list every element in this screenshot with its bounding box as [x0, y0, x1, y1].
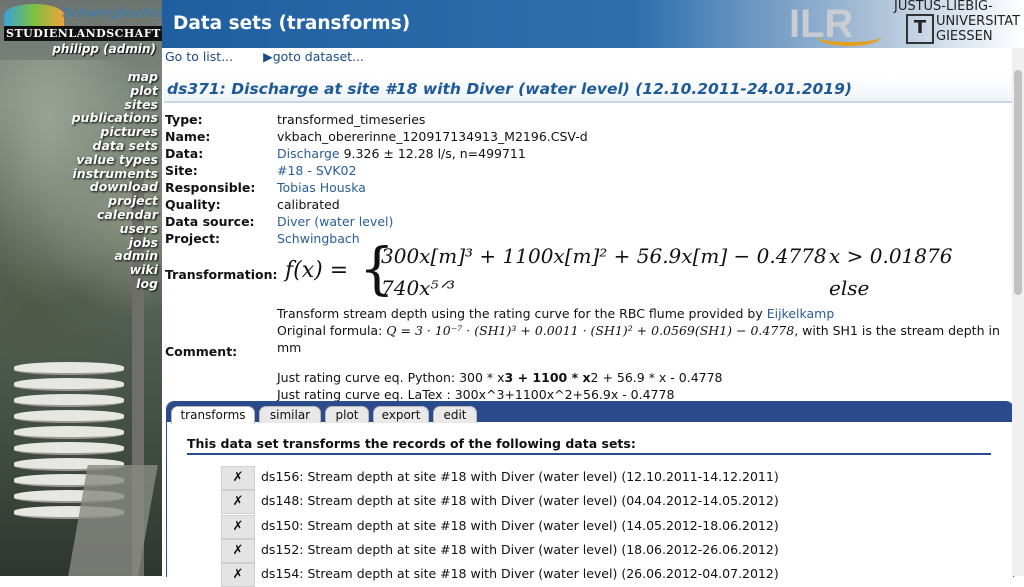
prop-source-link[interactable]: Diver (water level)	[277, 214, 393, 229]
prop-site-label: Site:	[165, 163, 198, 178]
prop-quality-label: Quality:	[165, 197, 221, 212]
nav-wiki[interactable]: wiki	[72, 263, 158, 277]
comment-python-b: 3 + 1100 * x	[504, 370, 591, 385]
comment-line1: Transform stream depth using the rating …	[277, 306, 767, 321]
dataset-title: ds371: Discharge at site #18 with Diver …	[167, 80, 852, 98]
nav-project[interactable]: project	[72, 194, 158, 208]
tab-similar[interactable]: similar	[259, 406, 321, 423]
transformation-formula: f(x) = { 300x[m]³ + 1100x[m]² + 56.9x[m]…	[283, 242, 963, 304]
nav-log[interactable]: log	[72, 277, 158, 291]
nav-users[interactable]: users	[72, 221, 158, 236]
remove-source-button[interactable]: ✗	[221, 490, 255, 514]
prop-name-value: vkbach_obererinne_120917134913_M2196.CSV…	[277, 129, 588, 144]
remove-source-button[interactable]: ✗	[221, 539, 255, 563]
ilr-logo: ILR	[789, 2, 889, 46]
source-item[interactable]: ds154: Stream depth at site #18 with Div…	[261, 566, 779, 581]
prop-data-value: 9.326 ± 12.28 l/s, n=499711	[343, 146, 526, 161]
sidebar: Schwingbachtal STUDIENLANDSCHAFT philipp…	[0, 0, 162, 576]
nav-calendar[interactable]: calendar	[72, 208, 158, 222]
university-line1: JUSTUS-LIEBIG-	[894, 0, 993, 14]
page-scrollbar[interactable]	[1012, 48, 1024, 576]
panel-heading: This data set transforms the records of …	[187, 436, 991, 455]
prop-source-label: Data source:	[165, 214, 255, 229]
formula-cond1: x > 0.01876	[829, 244, 953, 268]
eijkelkamp-link[interactable]: Eijkelkamp	[767, 306, 835, 321]
formula-fx: f(x) =	[285, 258, 349, 283]
top-links: Go to list... ▶goto dataset...	[165, 49, 390, 64]
remove-source-button[interactable]: ✗	[221, 515, 255, 539]
ilr-logo-arc-icon	[817, 28, 881, 46]
prop-data-label: Data:	[165, 146, 204, 161]
logo-text-top: Schwingbachtal	[62, 6, 162, 21]
prop-quality-value: calibrated	[277, 197, 340, 212]
prop-transformation-label: Transformation:	[165, 267, 278, 282]
prop-name-label: Name:	[165, 129, 211, 144]
nav-sites[interactable]: sites	[72, 97, 158, 112]
nav-map[interactable]: map	[72, 70, 158, 84]
formula-case1: 300x[m]³ + 1100x[m]² + 56.9x[m] − 0.4778	[381, 244, 827, 268]
prop-site-link[interactable]: #18 - SVK02	[277, 163, 356, 178]
tab-plot[interactable]: plot	[325, 406, 369, 423]
comment-text: Transform stream depth using the rating …	[277, 305, 1007, 403]
tabs-panel: transforms similar plot export edit This…	[166, 401, 1014, 587]
site-logo[interactable]: Schwingbachtal STUDIENLANDSCHAFT	[4, 4, 162, 41]
prop-type-value: transformed_timeseries	[277, 112, 426, 127]
university-mark-icon: T	[906, 14, 934, 44]
nav-instruments[interactable]: instruments	[72, 166, 158, 181]
source-item[interactable]: ds148: Stream depth at site #18 with Div…	[261, 493, 779, 508]
page-title: Data sets (transforms)	[173, 13, 411, 34]
prop-project-label: Project:	[165, 231, 221, 246]
comment-python-c: 2 + 56.9 * x - 0.4778	[590, 370, 723, 385]
nav-admin[interactable]: admin	[72, 249, 158, 263]
prop-responsible-label: Responsible:	[165, 180, 256, 195]
go-to-list-link[interactable]: Go to list...	[165, 49, 233, 64]
sidebar-nav: map plot sites publications pictures dat…	[72, 70, 158, 291]
remove-source-button[interactable]: ✗	[221, 466, 255, 490]
tab-transforms[interactable]: transforms	[171, 406, 255, 424]
dataset-heading-bar: ds371: Discharge at site #18 with Diver …	[164, 77, 1012, 103]
nav-publications[interactable]: publications	[72, 111, 158, 125]
nav-value-types[interactable]: value types	[72, 152, 158, 167]
goto-dataset-link[interactable]: ▶goto dataset...	[263, 49, 364, 64]
source-item[interactable]: ds150: Stream depth at site #18 with Div…	[261, 518, 779, 533]
prop-responsible-link[interactable]: Tobias Houska	[277, 180, 366, 195]
nav-jobs[interactable]: jobs	[72, 235, 158, 250]
comment-line2-pre: Original formula:	[277, 323, 387, 338]
prop-type-label: Type:	[165, 112, 203, 127]
remove-source-button[interactable]: ✗	[221, 563, 255, 587]
comment-python-a: Just rating curve eq. Python: 300 * x	[277, 370, 505, 385]
page-header: Data sets (transforms) ILR JUSTUS-LIEBIG…	[162, 0, 1024, 48]
nav-download[interactable]: download	[72, 180, 158, 194]
logo-text-bottom: STUDIENLANDSCHAFT	[4, 26, 162, 41]
nav-plot[interactable]: plot	[72, 83, 158, 98]
source-item[interactable]: ds152: Stream depth at site #18 with Div…	[261, 542, 779, 557]
scrollbar-thumb[interactable]	[1014, 70, 1022, 295]
nav-pictures[interactable]: pictures	[72, 125, 158, 139]
tab-bar: transforms similar plot export edit	[167, 402, 1013, 424]
formula-cond2: else	[829, 276, 870, 300]
formula-case2: 740x⁵ᐟ³	[381, 276, 455, 300]
prop-comment-label: Comment:	[165, 344, 238, 359]
tab-edit[interactable]: edit	[433, 406, 477, 423]
nav-data-sets[interactable]: data sets	[72, 139, 158, 153]
comment-formula: Q = 3 · 10⁻⁷ · (SH1)³ + 0.0011 · (SH1)² …	[386, 323, 795, 338]
university-line3: GIESSEN	[936, 29, 993, 44]
university-line2: UNIVERSITAT	[936, 14, 1021, 29]
tab-export[interactable]: export	[373, 406, 429, 423]
user-link[interactable]: philipp (admin)	[52, 42, 156, 56]
logo-wave-icon	[4, 4, 64, 26]
prop-data-link[interactable]: Discharge	[277, 146, 340, 161]
source-item[interactable]: ds156: Stream depth at site #18 with Div…	[261, 469, 779, 484]
